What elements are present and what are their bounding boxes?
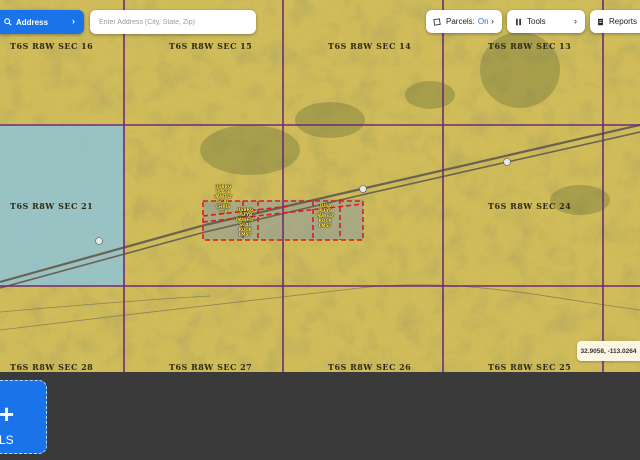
bottom-panel bbox=[0, 372, 640, 460]
address-button-label: Address bbox=[16, 17, 49, 27]
parcels-label: Parcels: bbox=[446, 17, 475, 26]
coordinates-readout: 32.9058, -113.0264 bbox=[577, 341, 640, 361]
section-label: T6S R8W SEC 21 bbox=[10, 201, 94, 211]
section-label: T6S R8W SEC 15 bbox=[169, 41, 253, 51]
tools-button[interactable]: Tools › bbox=[507, 10, 585, 33]
address-search-input[interactable] bbox=[90, 10, 256, 34]
add-card-caption: LS bbox=[0, 433, 14, 447]
section-label: T6S R8W SEC 24 bbox=[488, 201, 572, 211]
chevron-right-icon: › bbox=[72, 16, 75, 26]
plus-icon: + bbox=[0, 399, 15, 429]
tools-icon bbox=[516, 18, 521, 25]
chevron-right-icon: › bbox=[491, 16, 494, 26]
parcels-toggle-button[interactable]: Parcels: On › bbox=[426, 10, 502, 33]
parcel-icon bbox=[433, 17, 441, 26]
reports-icon bbox=[598, 18, 603, 25]
chevron-right-icon: › bbox=[574, 16, 577, 26]
parcel-tag: USBRG PLTYB PAWFLY SCAL ROCK LMST bbox=[236, 207, 255, 237]
parcel-tag: TUSA PLTYB PAWFLY ROCK LMST bbox=[316, 203, 335, 228]
section-label: T6S R8W SEC 16 bbox=[10, 41, 94, 51]
section-label: T6S R8W SEC 25 bbox=[488, 362, 572, 372]
section-label: T6S R8W SEC 27 bbox=[169, 362, 253, 372]
reports-button[interactable]: Reports bbox=[590, 10, 640, 33]
add-layer-card[interactable]: + LS bbox=[0, 380, 47, 454]
search-icon bbox=[4, 18, 12, 26]
parcel-tag: USBRG PLATE PAWFLY SCAL CHRIS TTR bbox=[214, 184, 233, 214]
app-root: USBRG PLATE PAWFLY SCAL CHRIS TTR USBRG … bbox=[0, 0, 640, 460]
address-search-button[interactable]: Address › bbox=[0, 10, 84, 34]
map-canvas[interactable] bbox=[0, 0, 640, 372]
parcels-state: On bbox=[477, 17, 489, 26]
section-label: T6S R8W SEC 26 bbox=[328, 362, 412, 372]
section-label: T6S R8W SEC 28 bbox=[10, 362, 94, 372]
reports-label: Reports bbox=[609, 17, 638, 26]
section-label: T6S R8W SEC 14 bbox=[328, 41, 412, 51]
tools-label: Tools bbox=[527, 17, 546, 26]
map-view[interactable]: USBRG PLATE PAWFLY SCAL CHRIS TTR USBRG … bbox=[0, 0, 640, 372]
section-label: T6S R8W SEC 13 bbox=[488, 41, 572, 51]
